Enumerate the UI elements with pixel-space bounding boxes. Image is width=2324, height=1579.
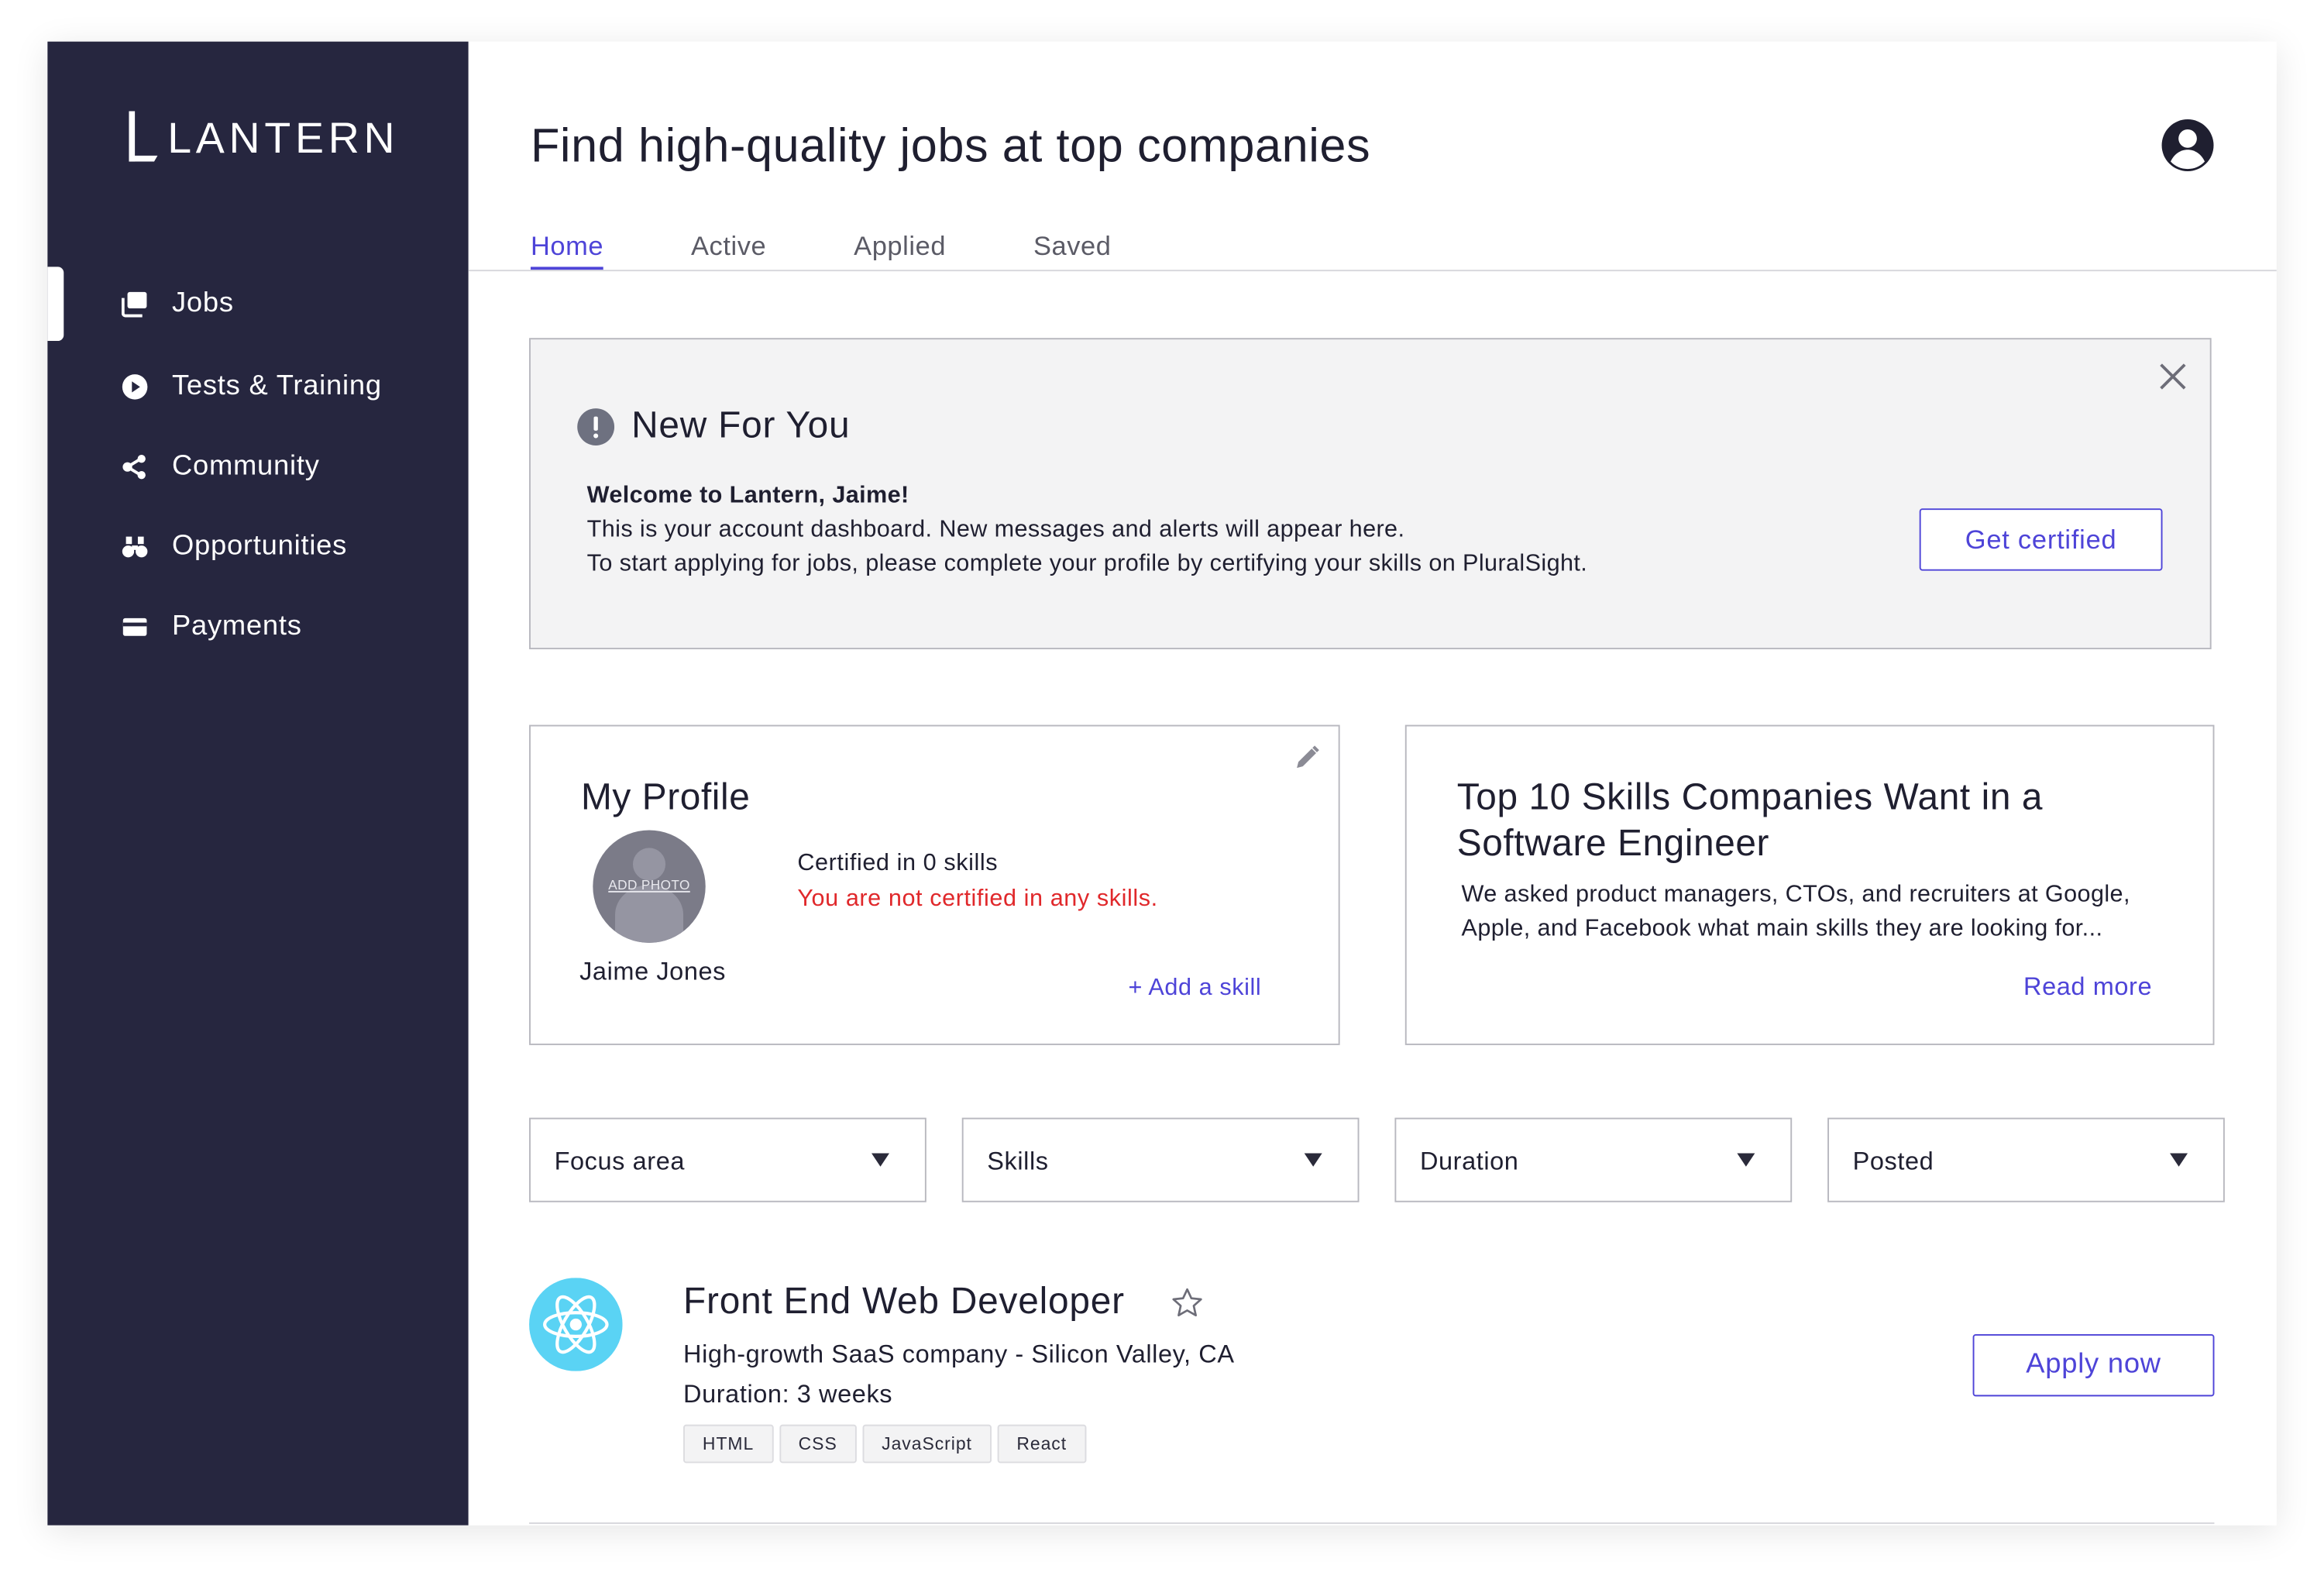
job-duration: Duration: 3 weeks (683, 1380, 893, 1409)
article-card[interactable]: Top 10 Skills Companies Want in a Softwa… (1404, 724, 2215, 1045)
job-company: High-growth SaaS company - Silicon Valle… (683, 1340, 1235, 1368)
skill-tag: HTML (683, 1424, 774, 1464)
main-content: Find high-quality jobs at top companies … (468, 42, 2277, 1526)
avatar[interactable]: ADD PHOTO (593, 830, 706, 943)
share-nodes-icon (120, 452, 150, 482)
dropdown-label: Skills (987, 1147, 1049, 1176)
skill-tag: CSS (779, 1424, 857, 1464)
alert-line-1: This is your account dashboard. New mess… (586, 517, 1405, 543)
focus-area-dropdown[interactable]: Focus area (529, 1117, 927, 1202)
new-for-you-alert: New For You Welcome to Lantern, Jaime! T… (529, 338, 2212, 650)
certification-warning: You are not certified in any skills. (797, 886, 1158, 912)
dropdown-label: Focus area (554, 1147, 686, 1176)
job-listing: Front End Web Developer High-growth SaaS… (529, 1275, 2215, 1525)
skill-tag: JavaScript (862, 1424, 992, 1464)
caret-down-icon (2170, 1153, 2188, 1167)
job-title[interactable]: Front End Web Developer (683, 1281, 1125, 1323)
get-certified-button[interactable]: Get certified (1919, 508, 2163, 571)
sidebar-item-label: Community (171, 450, 320, 482)
star-icon[interactable] (1171, 1287, 1204, 1319)
read-more-link[interactable]: Read more (2023, 972, 2152, 1002)
alert-welcome: Welcome to Lantern, Jaime! (586, 483, 909, 509)
dropdown-label: Posted (1852, 1147, 1934, 1176)
sidebar-item-jobs[interactable]: Jobs (47, 267, 468, 342)
screen: LANTERN Jobs Tests & Training Community (0, 0, 2324, 1579)
caret-down-icon (1737, 1153, 1755, 1167)
sidebar-item-community[interactable]: Community (47, 427, 468, 507)
skills-dropdown[interactable]: Skills (961, 1117, 1360, 1202)
logo[interactable]: LANTERN (125, 110, 400, 163)
my-profile-card: My Profile ADD PHOTO Jaime Jones Certifi… (529, 724, 1340, 1045)
sidebar-item-label: Jobs (171, 287, 234, 319)
play-circle-icon (120, 372, 150, 401)
tab-bar: Home Active Applied Saved (530, 231, 1198, 270)
sidebar-item-payments[interactable]: Payments (47, 587, 468, 667)
skill-tag: React (997, 1424, 1086, 1464)
lantern-logo-icon (125, 111, 158, 162)
sidebar-item-opportunities[interactable]: Opportunities (47, 507, 468, 587)
react-icon (529, 1278, 623, 1371)
alert-line-2: To start applying for jobs, please compl… (586, 551, 1588, 577)
profile-name: Jaime Jones (579, 957, 727, 986)
app-window: LANTERN Jobs Tests & Training Community (47, 41, 2277, 1526)
job-divider (529, 1522, 2215, 1524)
tab-applied[interactable]: Applied (854, 231, 946, 270)
credit-card-icon (120, 612, 150, 642)
binoculars-icon (120, 532, 150, 562)
caret-down-icon (1304, 1153, 1322, 1167)
certified-count: Certified in 0 skills (797, 851, 999, 876)
alert-title: New For You (631, 404, 851, 446)
tab-saved[interactable]: Saved (1033, 231, 1112, 270)
tab-home[interactable]: Home (530, 231, 604, 270)
logo-text: LANTERN (167, 115, 400, 163)
caret-down-icon (871, 1153, 889, 1167)
sidebar-item-label: Opportunities (171, 530, 348, 562)
tabs-divider (468, 270, 2277, 272)
add-skill-link[interactable]: + Add a skill (1129, 975, 1262, 1002)
duration-dropdown[interactable]: Duration (1394, 1117, 1793, 1202)
alert-body: Welcome to Lantern, Jaime! This is your … (587, 479, 1588, 581)
dropdown-label: Duration (1419, 1147, 1519, 1176)
article-title: Top 10 Skills Companies Want in a Softwa… (1456, 776, 2044, 865)
alert-info-icon (577, 408, 615, 445)
pencil-icon[interactable] (1294, 744, 1320, 770)
profile-card-title: My Profile (581, 776, 751, 819)
job-tags: HTML CSS JavaScript React (683, 1424, 1092, 1464)
apply-now-button[interactable]: Apply now (1972, 1333, 2215, 1397)
alert-header: New For You (576, 404, 850, 447)
sidebar-nav: Jobs Tests & Training Community Opportun… (47, 267, 468, 667)
sidebar-item-label: Payments (171, 611, 302, 642)
page-title: Find high-quality jobs at top companies (530, 119, 1371, 172)
sidebar-item-tests-training[interactable]: Tests & Training (47, 347, 468, 427)
posted-dropdown[interactable]: Posted (1827, 1117, 2225, 1202)
sidebar-item-label: Tests & Training (171, 370, 382, 402)
article-description: We asked product managers, CTOs, and rec… (1461, 882, 2130, 941)
add-photo-link[interactable]: ADD PHOTO (593, 878, 705, 893)
jobs-icon (120, 289, 150, 318)
sidebar: LANTERN Jobs Tests & Training Community (47, 41, 469, 1526)
tab-active[interactable]: Active (691, 231, 766, 270)
user-circle-icon[interactable] (2161, 119, 2215, 172)
close-icon[interactable] (2157, 360, 2189, 393)
